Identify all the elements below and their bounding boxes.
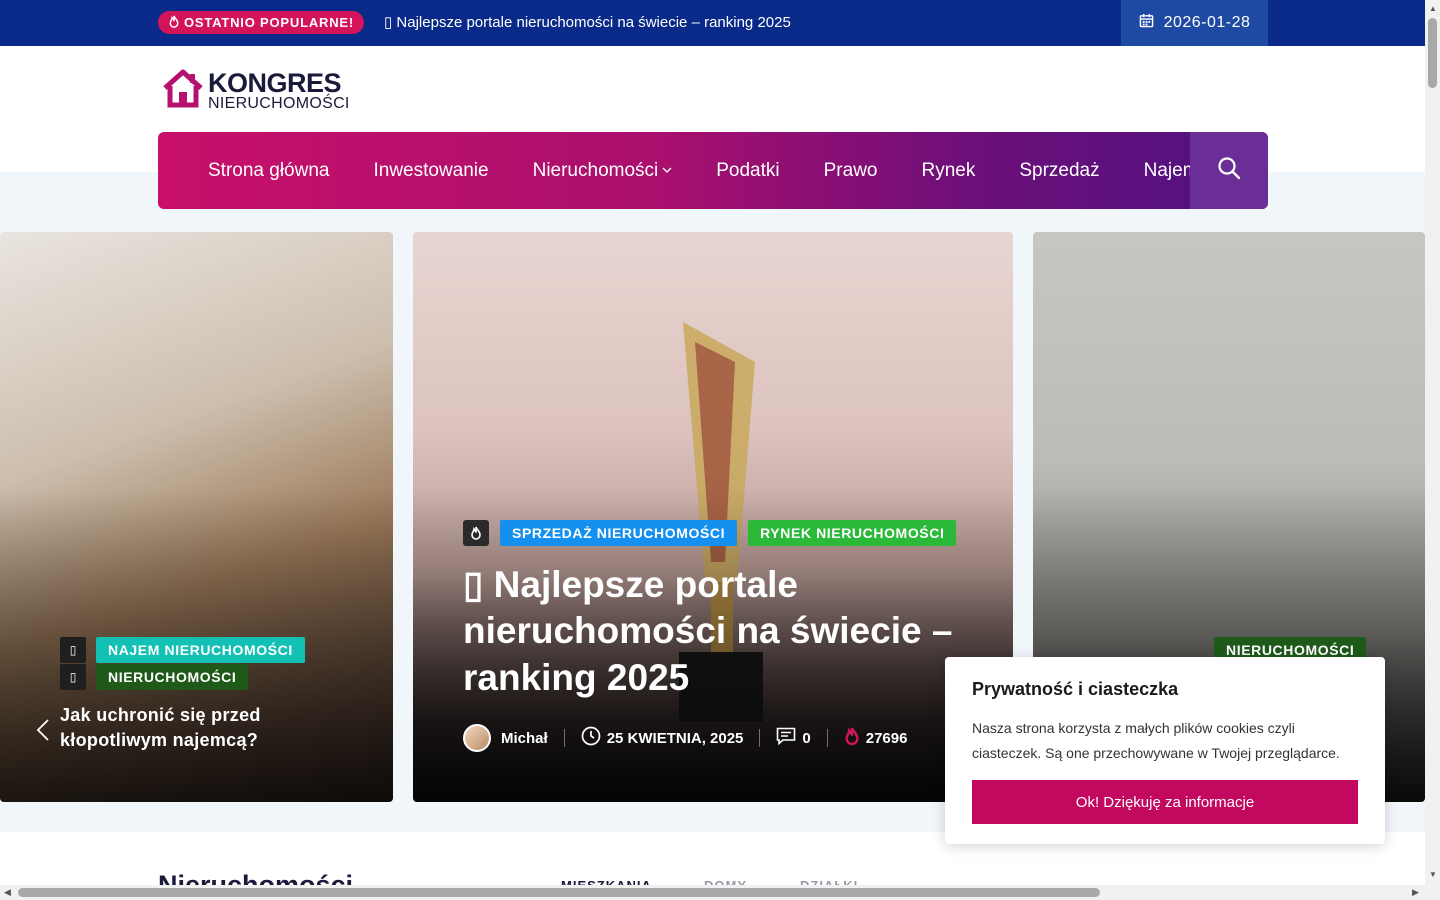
flame-icon [463, 520, 489, 546]
tag-rent[interactable]: NAJEM NIERUCHOMOŚCI [96, 637, 305, 663]
vertical-scrollbar[interactable]: ▲ ▼ [1425, 0, 1440, 900]
slide-center[interactable] [413, 232, 1013, 802]
nav-item-law[interactable]: Prawo [824, 160, 878, 182]
nav-item-investing[interactable]: Inwestowanie [373, 160, 488, 182]
nav-item-real-estate[interactable]: Nieruchomości [533, 160, 673, 182]
top-bar: OSTATNIO POPULARNE! ▯ Najlepsze portale … [0, 0, 1425, 46]
center-slide-title[interactable]: ▯ Najlepsze portale nieruchomości na świ… [463, 562, 973, 701]
divider [826, 729, 828, 747]
divider [563, 729, 565, 747]
popular-badge[interactable]: OSTATNIO POPULARNE! [158, 11, 364, 34]
search-icon [1217, 156, 1241, 185]
nav-item-sale[interactable]: Sprzedaż [1019, 160, 1099, 182]
post-meta: Michał 25 KWIETNIA, 2025 0 27696 [463, 724, 907, 752]
author-name[interactable]: Michał [501, 730, 548, 747]
post-date: 25 KWIETNIA, 2025 [581, 726, 744, 750]
tag-sale[interactable]: SPRZEDAŻ NIERUCHOMOŚCI [500, 520, 738, 546]
flame-icon [844, 726, 860, 750]
cookie-text: Nasza strona korzysta z małych plików co… [972, 720, 1340, 761]
logo-wordmark: KONGRES NIERUCHOMOŚCI [208, 67, 350, 112]
nav-item-real-estate-label: Nieruchomości [532, 159, 659, 181]
nav-item-home[interactable]: Strona główna [208, 160, 329, 182]
chevron-left-icon[interactable] [36, 718, 50, 749]
comment-icon [776, 727, 796, 749]
house-logo-icon [162, 68, 204, 113]
clock-icon [581, 726, 601, 750]
popular-badge-label: OSTATNIO POPULARNE! [184, 15, 354, 30]
scroll-right-icon[interactable]: ▶ [1412, 887, 1419, 898]
cookie-accept-button[interactable]: Ok! Dziękuję za informacje [972, 780, 1358, 824]
cookie-title: Prywatność i ciasteczka [972, 679, 1179, 699]
scroll-left-icon[interactable]: ◀ [4, 887, 11, 898]
date-text: 2026-01-28 [1163, 14, 1251, 31]
comments-count[interactable]: 0 [776, 727, 811, 749]
search-button[interactable] [1190, 132, 1268, 209]
logo-line2: NIERUCHOMOŚCI [208, 94, 350, 112]
main-nav: Strona główna Inwestowanie Nieruchomości… [158, 132, 1268, 209]
chevron-down-icon [662, 165, 672, 177]
center-slide-tags: SPRZEDAŻ NIERUCHOMOŚCI RYNEK NIERUCHOMOŚ… [463, 520, 957, 546]
flame-icon [168, 15, 180, 31]
calendar-icon [1139, 13, 1154, 33]
left-slide-tags: ▯ NAJEM NIERUCHOMOŚCI ▯ NIERUCHOMOŚCI [60, 637, 305, 691]
horizontal-scrollbar[interactable]: ◀ ▶ [0, 885, 1425, 900]
vertical-scroll-thumb[interactable] [1428, 18, 1437, 88]
tag-market[interactable]: RYNEK NIERUCHOMOŚCI [748, 520, 957, 546]
left-slide-title[interactable]: Jak uchronić się przed kłopotliwym najem… [60, 703, 360, 753]
site-logo[interactable]: KONGRES NIERUCHOMOŚCI [162, 68, 350, 113]
cookie-notice: Prywatność i ciasteczka Nasza strona kor… [945, 657, 1385, 844]
nav-item-taxes[interactable]: Podatki [716, 160, 779, 182]
date-display: 2026-01-28 [1121, 0, 1268, 46]
views-count-text: 27696 [865, 729, 908, 747]
scroll-down-icon[interactable]: ▼ [1429, 870, 1437, 879]
avatar[interactable] [463, 724, 491, 752]
scroll-up-icon[interactable]: ▲ [1429, 4, 1437, 13]
comments-count-text: 0 [802, 729, 811, 747]
divider [759, 729, 761, 747]
views-count: 27696 [844, 726, 908, 750]
nav-item-market[interactable]: Rynek [921, 160, 975, 182]
horizontal-scroll-thumb[interactable] [18, 888, 1100, 897]
tag-icon: ▯ [60, 637, 86, 663]
tag-real-estate[interactable]: NIERUCHOMOŚCI [96, 664, 249, 690]
tag-icon: ▯ [60, 664, 86, 690]
logo-line1: KONGRES [208, 67, 342, 98]
ticker-link[interactable]: ▯ Najlepsze portale nieruchomości na świ… [384, 13, 791, 31]
post-date-text: 25 KWIETNIA, 2025 [606, 729, 744, 747]
